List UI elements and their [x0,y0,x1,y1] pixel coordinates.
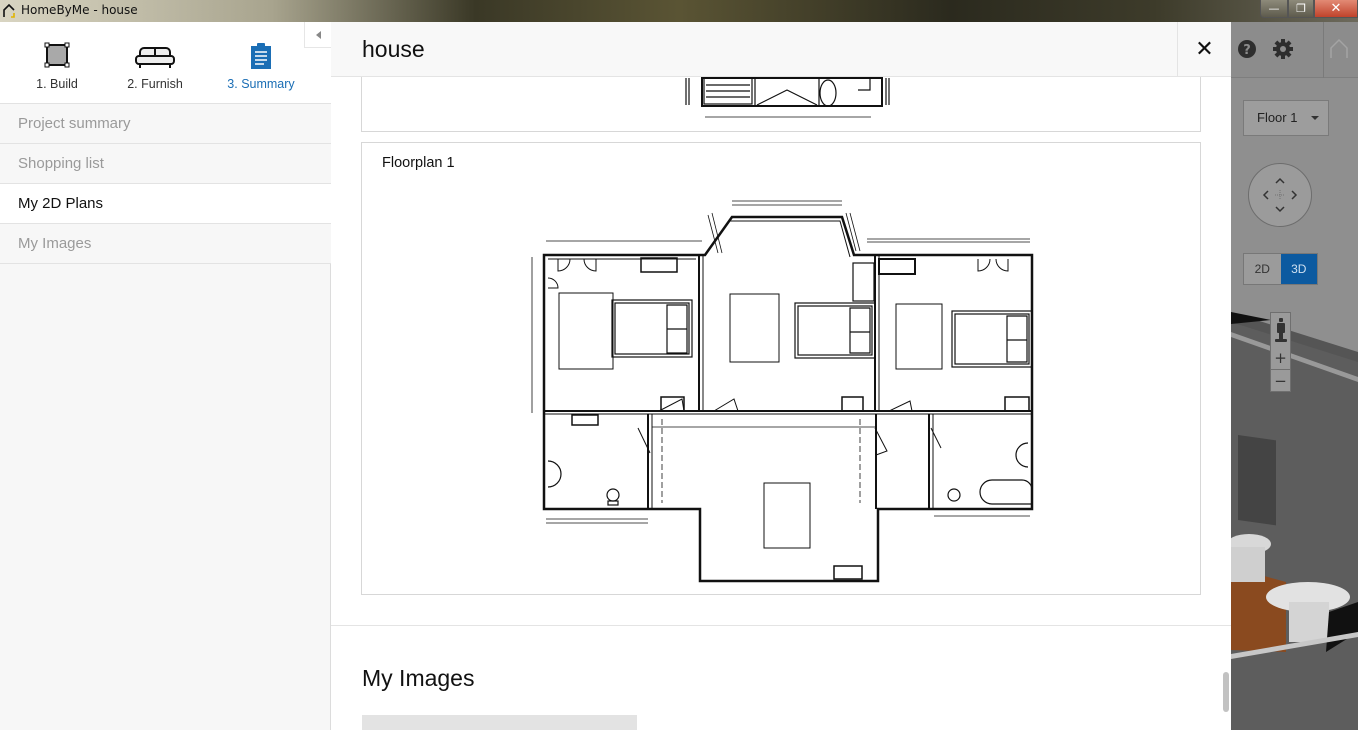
zoom-in-button[interactable]: + [1271,347,1290,369]
homebyme-app: HomeByMe - house — ❐ ✕ 1. Build 2. Furni… [0,0,1358,730]
nav-item-my-images[interactable]: My Images [0,224,331,264]
step-furnish-label: 2. Furnish [127,77,183,91]
step-furnish[interactable]: 2. Furnish [105,22,205,104]
nav-item-shopping-list[interactable]: Shopping list [0,144,331,184]
chevron-left-icon [315,30,321,39]
my-images-heading: My Images [362,665,475,691]
nav-item-my-2d-plans[interactable]: My 2D Plans [0,184,331,224]
3d-toolbar: ? [1231,22,1358,78]
view-2d-button[interactable]: 2D [1244,254,1281,284]
home-button[interactable] [1328,38,1350,60]
camera-nav-control[interactable] [1248,163,1312,227]
walk-mode-button[interactable] [1271,313,1290,347]
help-button[interactable]: ? [1236,38,1258,60]
step-summary[interactable]: 3. Summary [211,22,311,104]
minimize-icon: — [1268,2,1280,15]
settings-button[interactable] [1272,38,1294,60]
image-thumbnail[interactable] [362,715,637,730]
window-titlebar: HomeByMe - house — ❐ ✕ [0,0,1358,22]
restore-icon: ❐ [1296,2,1306,15]
view-mode-toggle: 2D 3D [1243,253,1318,285]
window-title: HomeByMe - house [21,3,138,17]
step-build[interactable]: 1. Build [7,22,107,104]
gear-icon [1273,39,1293,59]
summary-nav: Project summary Shopping list My 2D Plan… [0,104,331,264]
collapse-sidebar-button[interactable] [304,22,331,48]
svg-text:?: ? [1243,43,1251,58]
floorplan-drawing [531,200,1034,583]
sofa-icon [135,47,175,68]
window-close-button[interactable]: ✕ [1314,0,1358,18]
zoom-control: + − [1270,312,1291,392]
summary-panel: house ✕ Floorplan 1 My Images [331,22,1231,730]
panel-header: house ✕ [331,22,1231,77]
close-panel-button[interactable]: ✕ [1177,22,1231,77]
close-icon: ✕ [1195,37,1214,62]
maximize-button[interactable]: ❐ [1288,0,1314,18]
panel-scrollbar[interactable] [1223,672,1229,712]
help-icon: ? [1238,40,1256,58]
build-square-icon [44,42,70,68]
step-build-label: 1. Build [36,77,78,91]
nav-item-project-summary[interactable]: Project summary [0,104,331,144]
step-summary-label: 3. Summary [227,77,295,91]
chevron-down-icon [1311,116,1319,120]
toolbar-divider [1323,22,1324,78]
plan-card-floorplan-1[interactable]: Floorplan 1 [361,142,1201,595]
section-divider [331,625,1231,626]
floor-select[interactable]: Floor 1 [1243,100,1329,136]
close-icon: ✕ [1330,1,1342,16]
minimize-button[interactable]: — [1260,0,1288,18]
minus-icon: − [1274,371,1287,390]
app-house-icon [3,4,15,18]
clipboard-icon [251,43,271,69]
zoom-out-button[interactable]: − [1271,369,1290,391]
home-icon [1330,38,1348,58]
pan-arrows-icon [1262,177,1298,213]
person-icon [1274,318,1287,342]
plus-icon: + [1274,349,1287,367]
view-3d-button[interactable]: 3D [1280,254,1317,284]
step-tabs: 1. Build 2. Furnish 3. Summary [0,22,331,104]
sidebar: 1. Build 2. Furnish 3. Summary Project s… [0,22,331,730]
3d-viewport[interactable]: ? Floor 1 2D 3D + − [1231,22,1358,730]
page-title: house [362,36,425,62]
floor-select-value: Floor 1 [1257,110,1298,125]
